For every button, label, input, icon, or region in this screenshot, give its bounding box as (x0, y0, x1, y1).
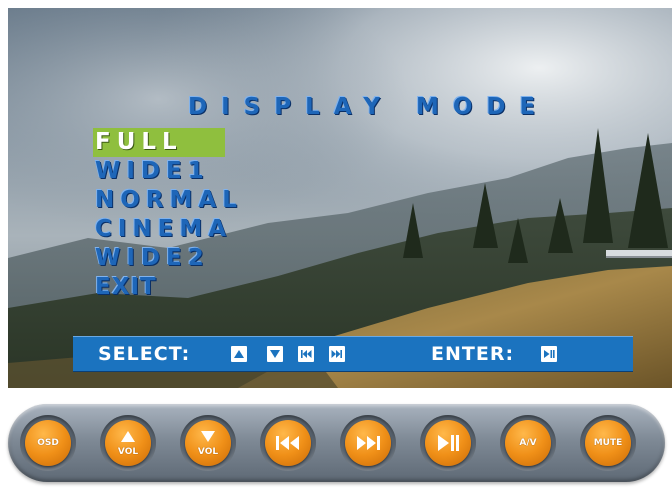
vol-down-button[interactable]: VOL (180, 415, 236, 471)
display-mode-menu: FULL WIDE1 NORMAL CINEMA WIDE2 EXIT (93, 128, 243, 302)
osd-title: DISPLAY MODE (188, 94, 550, 120)
status-bar: SELECT: ENTER: (73, 336, 633, 372)
triangle-up-icon (121, 431, 135, 442)
vol-up-button[interactable]: VOL (100, 415, 156, 471)
play-pause-key-icon (541, 346, 557, 362)
enter-label: ENTER: (431, 343, 515, 365)
skip-next-icon (357, 436, 380, 450)
display-screen: DISPLAY MODE FULL WIDE1 NORMAL CINEMA WI… (8, 8, 672, 388)
fast-forward-key-icon (329, 346, 345, 362)
remote-control-bar: OSD VOL VOL A/V MUTE (8, 404, 665, 482)
menu-item-normal[interactable]: NORMAL (93, 186, 243, 215)
next-button[interactable] (340, 415, 396, 471)
mute-button-label: MUTE (593, 438, 623, 448)
previous-button[interactable] (260, 415, 316, 471)
osd-button[interactable]: OSD (20, 415, 76, 471)
triangle-down-icon (201, 431, 215, 442)
mute-button[interactable]: MUTE (580, 415, 636, 471)
menu-item-cinema[interactable]: CINEMA (93, 215, 243, 244)
select-label: SELECT: (98, 343, 191, 365)
av-button-label: A/V (519, 438, 537, 448)
play-pause-icon (438, 435, 459, 451)
menu-item-exit[interactable]: EXIT (93, 273, 243, 302)
av-button[interactable]: A/V (500, 415, 556, 471)
menu-item-full[interactable]: FULL (93, 128, 225, 157)
vol-down-label: VOL (197, 447, 219, 457)
osd-button-label: OSD (37, 438, 59, 448)
down-key-icon (267, 346, 283, 362)
up-key-icon (231, 346, 247, 362)
play-pause-button[interactable] (420, 415, 476, 471)
menu-item-wide2[interactable]: WIDE2 (93, 244, 243, 273)
menu-item-wide1[interactable]: WIDE1 (93, 157, 243, 186)
rewind-key-icon (298, 346, 314, 362)
skip-previous-icon (276, 436, 299, 450)
vol-up-label: VOL (117, 447, 139, 457)
